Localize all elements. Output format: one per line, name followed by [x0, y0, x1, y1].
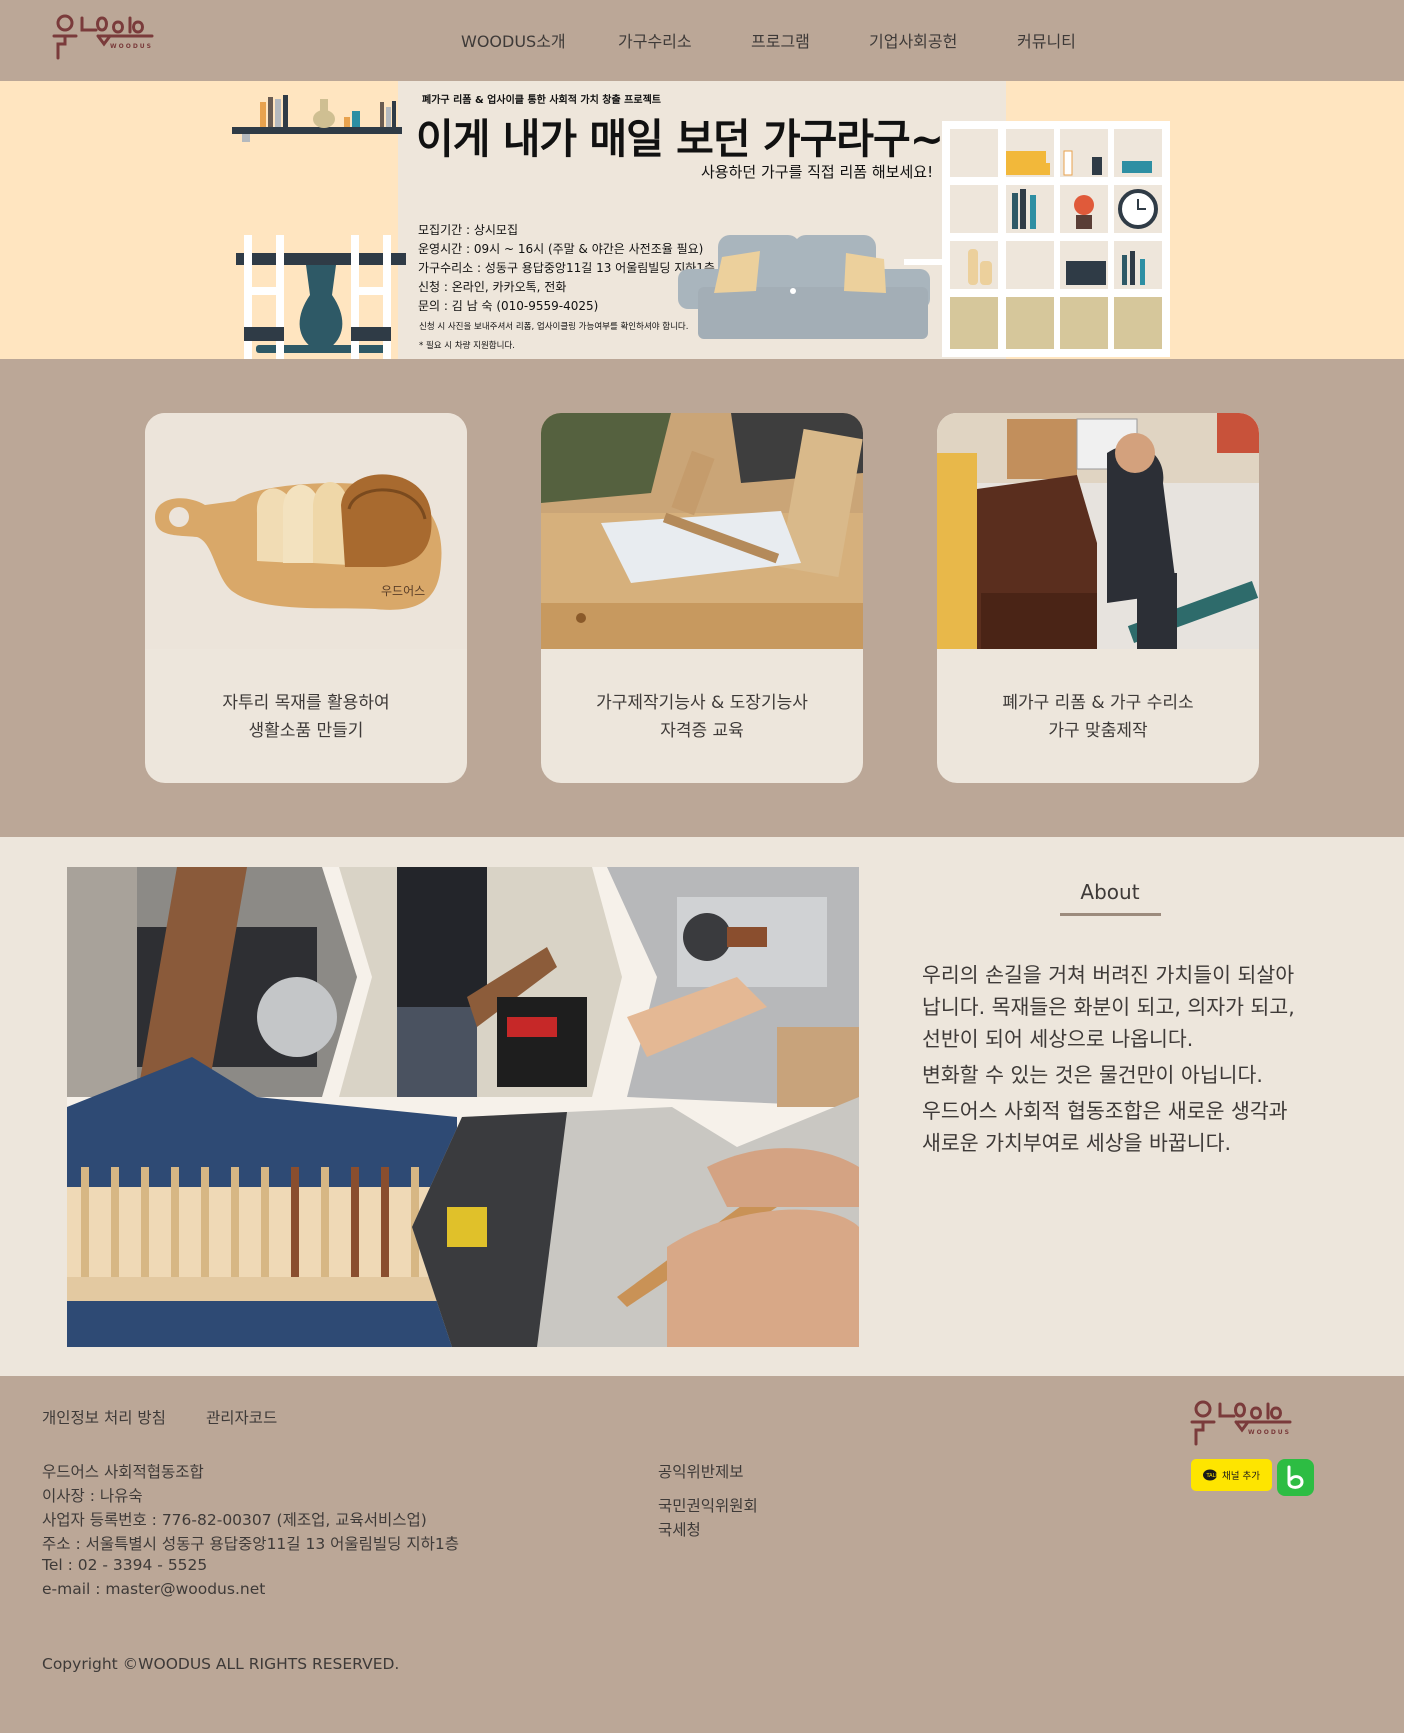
svg-text:TALK: TALK — [1206, 1473, 1220, 1479]
kakao-chat-icon: TALK — [1203, 1469, 1219, 1481]
collage-tablesaw-photo — [67, 867, 357, 1097]
table-chairs-illustration — [236, 235, 406, 359]
program-card-caption: 자투리 목재를 활용하여 생활소품 만들기 — [145, 689, 467, 745]
privacy-policy-link[interactable]: 개인정보 처리 방침 — [42, 1406, 166, 1428]
footer-business-number: 사업자 등록번호 : 776-82-00307 (제조업, 교육서비스업) — [42, 1511, 427, 1529]
card-line1: 가구제작기능사 & 도장기능사 — [596, 693, 808, 713]
about-line: 우드어스 사회적 협동조합은 새로운 생각과 — [922, 1099, 1288, 1123]
banner-info-apply: 신청 : 온라인, 카카오톡, 전화 — [418, 280, 567, 294]
banner-tagline: 사용하던 가구를 직접 리폼 해보세요! — [701, 163, 934, 181]
admin-code-link[interactable]: 관리자코드 — [206, 1406, 277, 1428]
footer-email: e-mail : master@woodus.net — [42, 1580, 266, 1598]
woodwork-photo-collage — [67, 867, 859, 1347]
svg-text:WOODUS: WOODUS — [1248, 1429, 1291, 1436]
banner-note-photo: 신청 시 사진을 보내주셔서 리폼, 업사이클링 가능여부를 확인하셔야 합니다… — [419, 322, 689, 332]
bookcase-illustration — [942, 121, 1170, 357]
program-card-caption: 폐가구 리폼 & 가구 수리소 가구 맞춤제작 — [937, 689, 1259, 745]
program-cards-section: 우드어스 자투리 목재를 활용하여 생활소품 만들기 가구제작기능사 & 도장기… — [0, 359, 1404, 837]
footer-tel: Tel : 02 - 3394 - 5525 — [42, 1556, 208, 1574]
naver-blog-button[interactable] — [1277, 1459, 1314, 1496]
banner-info-location: 가구수리소 : 성동구 용답중앙11길 13 어울림빌딩 지하1층 — [418, 261, 715, 275]
card-line2: 자격증 교육 — [660, 721, 744, 741]
kakao-channel-label: 채널 추가 — [1222, 1471, 1260, 1482]
card-line2: 생활소품 만들기 — [248, 721, 364, 741]
banner-subtitle: 폐가구 리폼 & 업사이클 통한 사회적 가치 창출 프로젝트 — [422, 95, 661, 106]
collage-pen-assembly-photo — [412, 1097, 859, 1347]
footer-company-name: 우드어스 사회적협동조합 — [42, 1463, 204, 1481]
copyright-text: Copyright ©WOODUS ALL RIGHTS RESERVED. — [42, 1655, 400, 1673]
site-footer: 개인정보 처리 방침 관리자코드 우드어스 사회적협동조합 이사장 : 나유숙 … — [0, 1376, 1404, 1733]
about-title: About — [1080, 880, 1140, 904]
program-card-reform[interactable]: 폐가구 리폼 & 가구 수리소 가구 맞춤제작 — [937, 413, 1259, 783]
footer-ceo: 이사장 : 나유숙 — [42, 1487, 143, 1505]
footer-address: 주소 : 서울특별시 성동구 용답중앙11길 13 어울림빌딩 지하1층 — [42, 1535, 460, 1553]
card-line1: 폐가구 리폼 & 가구 수리소 — [1002, 693, 1194, 713]
about-line: 선반이 되어 세상으로 나옵니다. — [922, 1027, 1194, 1051]
footer-woodus-logo[interactable]: WOODUS — [1190, 1400, 1292, 1448]
sofa-illustration — [678, 235, 942, 339]
nav-item-repair[interactable]: 가구수리소 — [618, 28, 692, 52]
about-line: 새로운 가치부여로 세상을 바꿉니다. — [922, 1131, 1231, 1155]
program-card-small-crafts[interactable]: 우드어스 자투리 목재를 활용하여 생활소품 만들기 — [145, 413, 467, 783]
hero-banner[interactable]: 폐가구 리폼 & 업사이클 통한 사회적 가치 창출 프로젝트 이게 내가 매일… — [0, 81, 1404, 359]
banner-headline: 이게 내가 매일 보던 가구라구~? — [416, 115, 967, 163]
workshop-photo — [541, 413, 863, 649]
banner-note-vehicle: * 필요 시 차량 지원합니다. — [419, 341, 515, 351]
program-card-certification[interactable]: 가구제작기능사 & 도장기능사 자격증 교육 — [541, 413, 863, 783]
public-interest-report-title: 공익위반제보 — [658, 1463, 744, 1481]
program-card-caption: 가구제작기능사 & 도장기능사 자격증 교육 — [541, 689, 863, 745]
svg-text:우드어스: 우드어스 — [381, 584, 425, 598]
card-line1: 자투리 목재를 활용하여 — [222, 693, 390, 713]
banner-info-period: 모집기간 : 상시모집 — [418, 223, 518, 237]
banner-info-contact: 문의 : 김 남 숙 (010-9559-4025) — [418, 299, 599, 313]
kakao-channel-add-button[interactable]: TALK 채널 추가 — [1191, 1459, 1272, 1491]
nav-item-about[interactable]: WOODUS소개 — [461, 28, 566, 52]
site-header: WOODUS WOODUS소개 가구수리소 프로그램 기업사회공헌 커뮤니티 — [0, 0, 1404, 81]
about-line: 납니다. 목재들은 화분이 되고, 의자가 되고, — [922, 995, 1295, 1019]
furniture-repair-photo — [937, 413, 1259, 649]
nts-link[interactable]: 국세청 — [658, 1518, 701, 1540]
bread-board-photo: 우드어스 — [145, 413, 467, 649]
collage-person-cutting-photo — [339, 867, 622, 1097]
nav-item-community[interactable]: 커뮤니티 — [1017, 28, 1076, 52]
nav-item-csr[interactable]: 기업사회공헌 — [869, 28, 957, 52]
about-title-underline — [1060, 913, 1161, 916]
wall-shelf-illustration — [232, 95, 402, 142]
main-nav: WOODUS소개 가구수리소 프로그램 기업사회공헌 커뮤니티 — [0, 28, 1404, 52]
about-line: 우리의 손길을 거쳐 버려진 가치들이 되살아 — [922, 963, 1295, 987]
banner-info-hours: 운영시간 : 09시 ~ 16시 (주말 & 야간은 사전조율 필요) — [418, 242, 704, 256]
acrc-link[interactable]: 국민권익위원회 — [658, 1494, 758, 1516]
naver-blog-icon — [1287, 1465, 1304, 1489]
nav-item-program[interactable]: 프로그램 — [751, 28, 810, 52]
about-section: About 우리의 손길을 거쳐 버려진 가치들이 되살아 납니다. 목재들은 … — [0, 837, 1404, 1376]
about-line: 변화할 수 있는 것은 물건만이 아닙니다. — [922, 1063, 1263, 1087]
card-line2: 가구 맞춤제작 — [1048, 721, 1148, 741]
